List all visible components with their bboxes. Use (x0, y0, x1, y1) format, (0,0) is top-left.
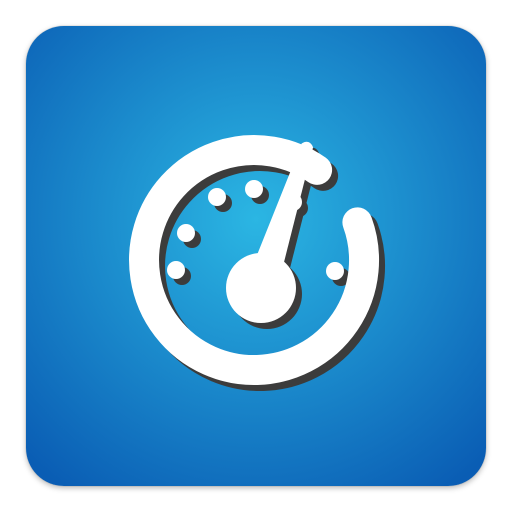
gauge-needle-hub (226, 253, 296, 323)
gauge-tick-dot (326, 262, 344, 280)
gauge-tick-dot (177, 224, 195, 242)
speedometer-gauge-icon (26, 26, 486, 486)
gauge-tick-dot (208, 188, 226, 206)
app-icon-canvas (0, 0, 512, 512)
gauge-tick-dot (245, 180, 263, 198)
gauge-tick-dot (167, 261, 185, 279)
app-icon-tile[interactable] (26, 26, 486, 486)
